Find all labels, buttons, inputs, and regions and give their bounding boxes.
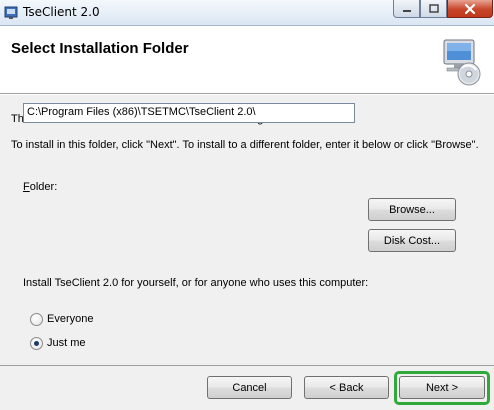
- radio-everyone-label[interactable]: Everyone: [47, 313, 93, 325]
- folder-label-accesskey: F: [23, 181, 30, 193]
- next-button[interactable]: Next >: [399, 376, 485, 399]
- close-button[interactable]: [447, 0, 493, 18]
- radio-just-me[interactable]: [30, 337, 43, 350]
- header-banner: Select Installation Folder: [0, 26, 494, 94]
- installer-app-icon: [4, 6, 18, 19]
- disk-cost-button[interactable]: Disk Cost...: [368, 229, 456, 252]
- title-bar: TseClient 2.0: [0, 0, 494, 26]
- maximize-button[interactable]: [420, 0, 447, 18]
- close-icon: [464, 3, 476, 14]
- install-for-label: Install TseClient 2.0 for yourself, or f…: [23, 277, 369, 289]
- radio-everyone[interactable]: [30, 313, 43, 326]
- maximize-icon: [428, 4, 439, 13]
- cancel-button[interactable]: Cancel: [207, 376, 292, 399]
- folder-path-input[interactable]: C:\Program Files (x86)\TSETMC\TseClient …: [23, 103, 355, 123]
- folder-label: Folder:: [23, 181, 57, 193]
- window-title: TseClient 2.0: [23, 5, 100, 19]
- folder-label-rest: older:: [29, 181, 58, 193]
- radio-selected-dot: [34, 341, 39, 346]
- computer-cd-icon: [443, 39, 481, 86]
- minimize-button[interactable]: [393, 0, 420, 18]
- page-title: Select Installation Folder: [11, 40, 189, 57]
- minimize-icon: [402, 9, 411, 12]
- back-button[interactable]: < Back: [304, 376, 389, 399]
- radio-just-me-label[interactable]: Just me: [47, 337, 86, 349]
- browse-button[interactable]: Browse...: [368, 198, 456, 221]
- instructions-text: To install in this folder, click "Next".…: [11, 139, 479, 151]
